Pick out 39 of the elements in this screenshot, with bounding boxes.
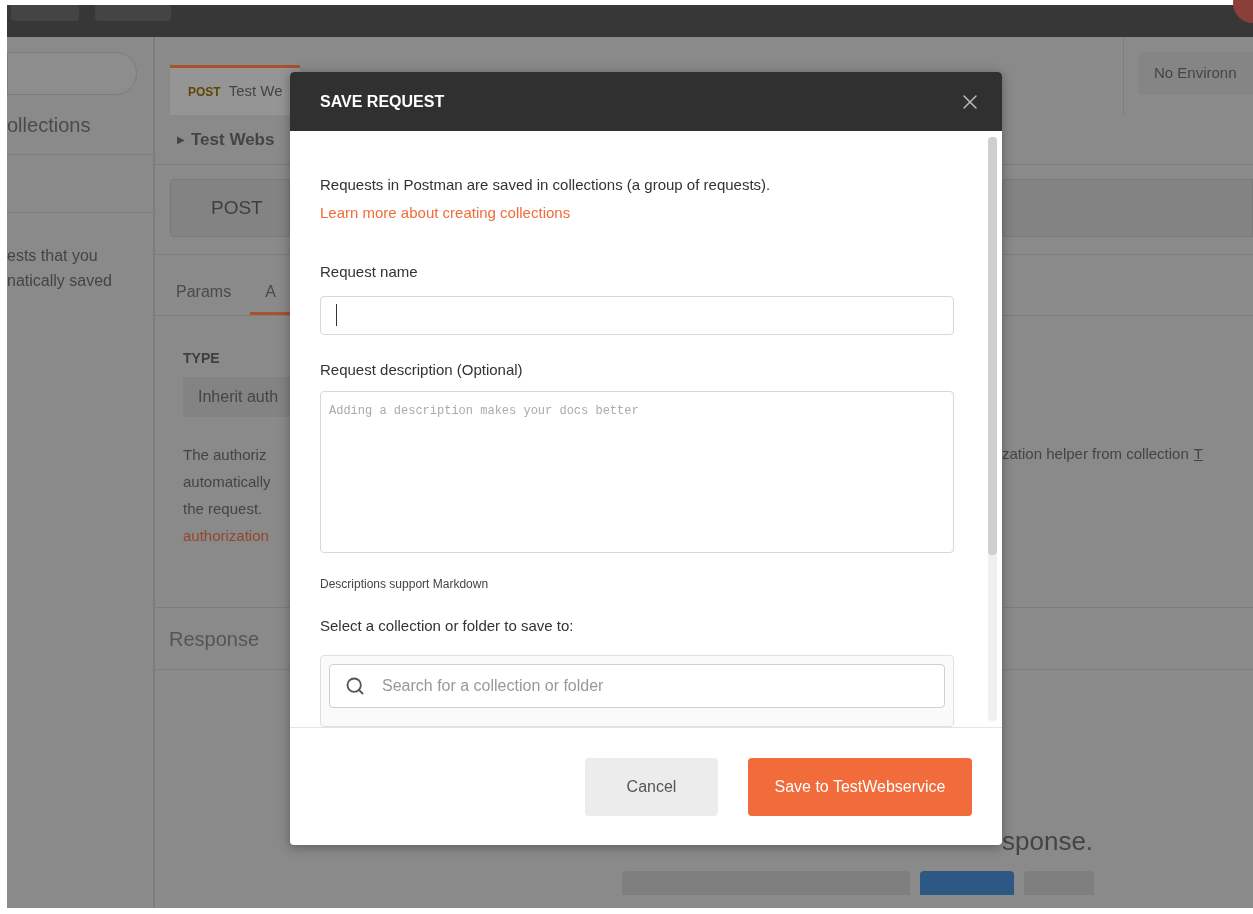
scrollbar-thumb[interactable]: [988, 137, 997, 555]
sidebar-heading: ollections: [7, 112, 91, 138]
auth-description-line: the request.: [183, 499, 264, 519]
toolbar-button[interactable]: [11, 5, 79, 21]
method-label: POST: [188, 83, 221, 101]
learn-more-link[interactable]: Learn more about creating collections: [320, 203, 571, 223]
method-dropdown[interactable]: POST: [170, 179, 290, 237]
auth-description-line: The authoriz: [183, 445, 268, 465]
collection-link[interactable]: T: [1193, 443, 1203, 607]
authorization-link[interactable]: authorization: [183, 522, 290, 549]
dialog-title: SAVE REQUEST: [320, 91, 445, 112]
url-field[interactable]: [1002, 179, 1253, 237]
markdown-note: Descriptions support Markdown: [320, 575, 490, 593]
save-button[interactable]: Save to TestWebservice: [748, 758, 972, 816]
search-icon: [345, 676, 365, 697]
cancel-button[interactable]: Cancel: [585, 758, 718, 816]
description-label: Request description (Optional): [320, 359, 524, 380]
empty-state-text: natically saved: [7, 271, 113, 291]
text-cursor: [336, 304, 337, 327]
empty-state-text: ests that you: [7, 246, 99, 266]
description-field[interactable]: Adding a description makes your docs better: [320, 391, 954, 553]
request-tab[interactable]: POST Test We: [170, 65, 300, 115]
collection-label: Select a collection or folder to save to:: [320, 615, 575, 636]
auth-description-text: zation helper from collection: [1002, 444, 1189, 464]
intro-text: Requests in Postman are saved in collections (a group of requests).: [320, 175, 772, 195]
subtab[interactable]: Params: [161, 271, 247, 315]
expand-icon[interactable]: ▶: [177, 132, 185, 147]
auth-type-dropdown[interactable]: Inherit auth: [183, 377, 290, 417]
environment-select[interactable]: No Environn: [1138, 52, 1253, 95]
collection-search-field[interactable]: Search for a collection or folder: [329, 664, 945, 709]
request-name-label: Request name: [320, 262, 419, 282]
request-name-field[interactable]: [320, 295, 954, 335]
auth-description-line: automatically: [183, 472, 272, 492]
tab-title: Test We: [228, 81, 283, 102]
breadcrumb-title: Test Webs: [191, 128, 275, 151]
type-label: TYPE: [183, 349, 221, 368]
search-field[interactable]: [7, 52, 137, 95]
response-hint: sponse.: [1002, 826, 1094, 856]
toolbar-button[interactable]: [95, 5, 171, 21]
